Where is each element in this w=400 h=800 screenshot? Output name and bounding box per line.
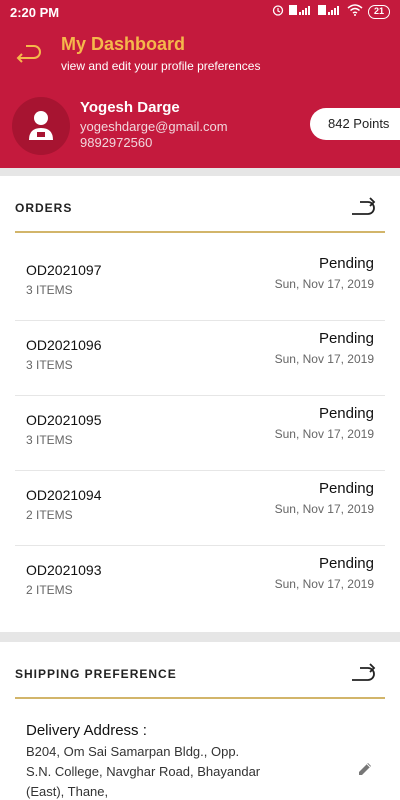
order-id: OD2021097 (26, 262, 102, 278)
order-date: Sun, Nov 17, 2019 (274, 352, 374, 366)
status-time: 2:20 PM (10, 5, 60, 20)
order-status: Pending (318, 330, 374, 347)
forward-arrow-icon[interactable] (348, 660, 378, 686)
order-item-count: 2 ITEMS (26, 583, 73, 597)
order-id: OD2021095 (26, 412, 102, 428)
shipping-section: SHIPPING PREFERENCE Delivery Address : B… (0, 642, 400, 800)
pencil-icon[interactable] (356, 760, 374, 778)
back-arrow-icon[interactable] (14, 40, 44, 64)
delivery-address-title: Delivery Address : (26, 722, 147, 739)
order-item-count: 3 ITEMS (26, 283, 73, 297)
user-avatar-icon (12, 97, 70, 155)
order-status: Pending (318, 555, 374, 572)
status-bar: 2:20 PM 21 (0, 0, 400, 24)
delivery-address-text: B204, Om Sai Samarpan Bldg., Opp. S.N. C… (26, 744, 261, 799)
app-header: My Dashboard view and edit your profile … (0, 24, 400, 86)
order-item-count: 3 ITEMS (26, 433, 73, 447)
signal-icon-2 (317, 4, 342, 19)
order-row[interactable]: OD2021096 3 ITEMS Pending Sun, Nov 17, 2… (15, 321, 385, 396)
shipping-divider (15, 697, 385, 699)
wifi-icon (347, 4, 363, 19)
order-row[interactable]: OD2021093 2 ITEMS Pending Sun, Nov 17, 2… (15, 546, 385, 621)
order-item-count: 2 ITEMS (26, 508, 73, 522)
order-status: Pending (318, 480, 374, 497)
orders-section: ORDERS OD2021097 3 ITEMS Pending Sun, No… (0, 176, 400, 632)
section-divider (0, 632, 400, 642)
order-date: Sun, Nov 17, 2019 (274, 577, 374, 591)
forward-arrow-icon[interactable] (348, 194, 378, 220)
profile-email: yogeshdarge@gmail.com (80, 119, 228, 134)
section-divider (0, 168, 400, 176)
shipping-heading: SHIPPING PREFERENCE (15, 667, 177, 681)
order-row[interactable]: OD2021094 2 ITEMS Pending Sun, Nov 17, 2… (15, 471, 385, 546)
orders-heading: ORDERS (15, 201, 73, 215)
order-status: Pending (318, 255, 374, 272)
signal-icon (288, 4, 313, 19)
order-date: Sun, Nov 17, 2019 (274, 502, 374, 516)
order-row[interactable]: OD2021097 3 ITEMS Pending Sun, Nov 17, 2… (15, 246, 385, 321)
points-badge[interactable]: 842 Points (310, 108, 400, 140)
order-item-count: 3 ITEMS (26, 358, 73, 372)
order-id: OD2021096 (26, 337, 102, 353)
order-id: OD2021093 (26, 562, 102, 578)
order-date: Sun, Nov 17, 2019 (274, 427, 374, 441)
alarm-icon (272, 4, 284, 19)
order-list: OD2021097 3 ITEMS Pending Sun, Nov 17, 2… (15, 246, 385, 621)
orders-divider (15, 231, 385, 233)
profile-phone: 9892972560 (80, 135, 153, 150)
order-date: Sun, Nov 17, 2019 (274, 277, 374, 291)
status-icons: 21 (272, 4, 390, 19)
profile-card: Yogesh Darge yogeshdarge@gmail.com 98929… (0, 86, 400, 168)
profile-name: Yogesh Darge (80, 99, 180, 116)
order-status: Pending (318, 405, 374, 422)
page-title: My Dashboard (61, 34, 186, 54)
page-subtitle: view and edit your profile preferences (61, 59, 261, 73)
order-row[interactable]: OD2021095 3 ITEMS Pending Sun, Nov 17, 2… (15, 396, 385, 471)
battery-icon: 21 (367, 4, 390, 19)
order-id: OD2021094 (26, 487, 102, 503)
